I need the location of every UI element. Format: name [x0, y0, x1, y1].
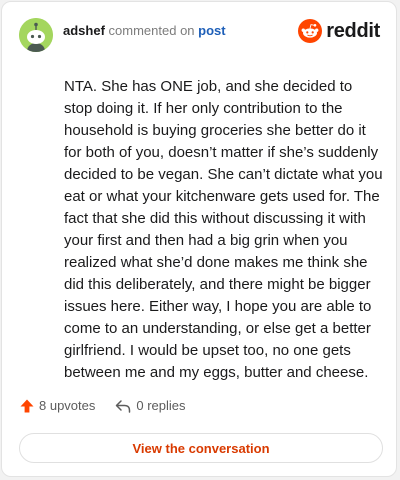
view-conversation-button[interactable]: View the conversation [19, 433, 383, 463]
comment-body: NTA. She has ONE job, and she decided to… [64, 78, 383, 381]
upvote-arrow-icon [20, 399, 34, 412]
comment-header: adshef commented on post reddit [19, 16, 380, 54]
reply-button[interactable]: 0 replies [115, 398, 186, 413]
reddit-brand[interactable]: reddit [298, 19, 380, 43]
reply-arrow-icon [116, 399, 131, 413]
upvote-count: 8 upvotes [39, 398, 96, 413]
action-text: commented on [108, 22, 195, 38]
username-link[interactable]: adshef [63, 23, 105, 38]
comment-actions: 8 upvotes 0 replies [20, 398, 186, 413]
snoo-avatar-icon[interactable] [19, 18, 53, 52]
post-link[interactable]: post [198, 23, 225, 38]
byline: adshef commented on post [63, 23, 226, 38]
reddit-logo-icon [298, 19, 323, 43]
comment-card: adshef commented on post reddit NTA. She… [1, 1, 397, 477]
reply-count: 0 replies [136, 398, 186, 413]
upvote-button[interactable]: 8 upvotes [20, 398, 95, 413]
brand-wordmark: reddit [326, 19, 380, 42]
